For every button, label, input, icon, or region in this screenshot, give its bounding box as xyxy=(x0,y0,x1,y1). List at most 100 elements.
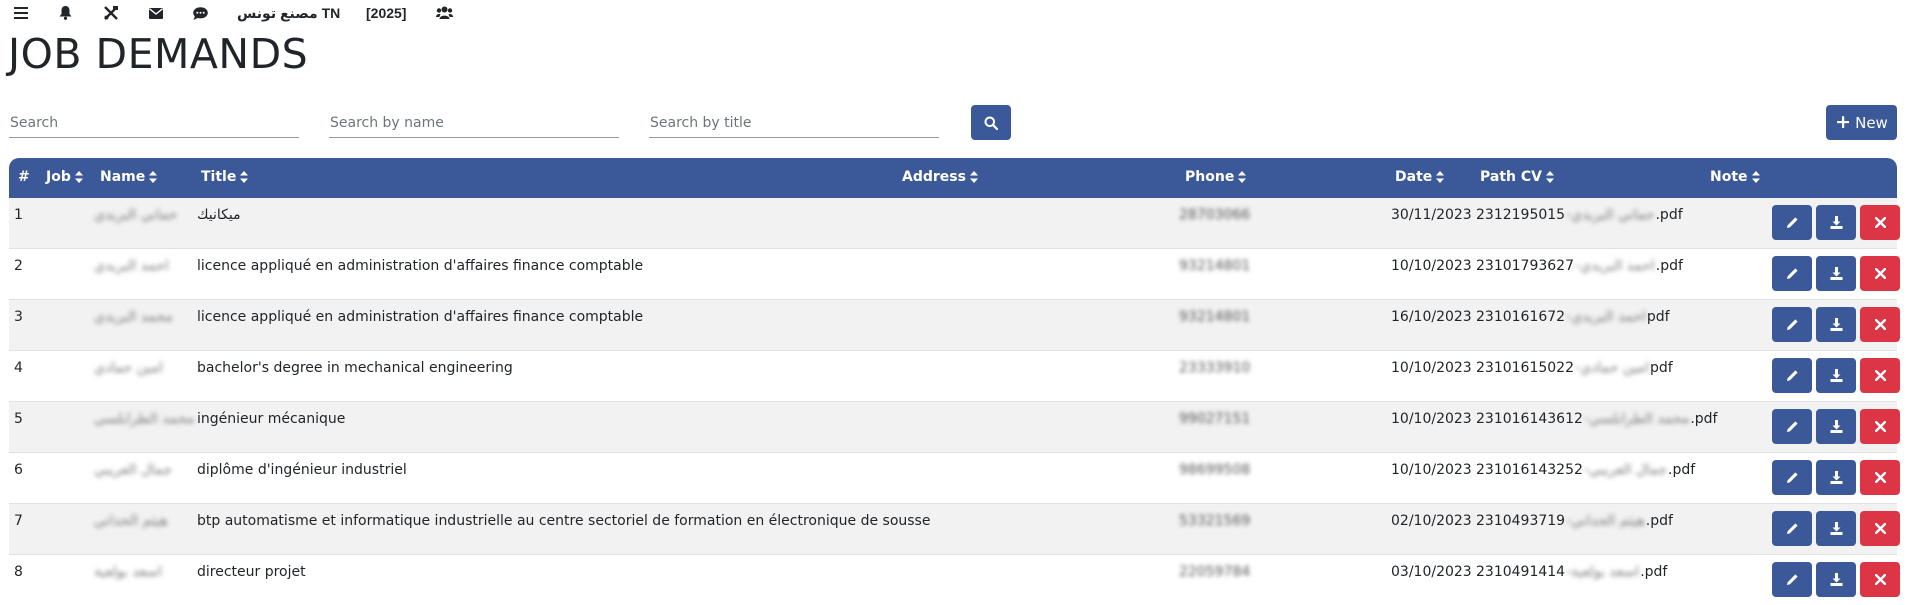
row-path-cv[interactable]: 2312195015 -حماني البريدي .pdf xyxy=(1476,207,1683,223)
download-icon xyxy=(1830,369,1842,382)
edit-button[interactable] xyxy=(1772,358,1812,393)
tools-icon[interactable] xyxy=(104,4,118,22)
download-button[interactable] xyxy=(1816,358,1856,393)
top-navbar: مصنع تونس TN [2025] xyxy=(0,0,1906,26)
row-name: امين حمادي xyxy=(94,360,163,376)
row-date: 02/10/2023 xyxy=(1391,513,1472,529)
row-title: btp automatisme et informatique industri… xyxy=(197,513,931,529)
table-row: 1 حماني البريدي ميكانيك 28703066 30/11/2… xyxy=(9,198,1900,249)
row-index: 4 xyxy=(14,360,23,376)
new-button[interactable]: + New xyxy=(1826,105,1897,140)
comment-icon[interactable] xyxy=(193,4,208,22)
header-path-cv[interactable]: Path CV xyxy=(1480,169,1554,185)
header-phone[interactable]: Phone xyxy=(1185,169,1247,185)
sort-icon xyxy=(1238,171,1247,183)
edit-button[interactable] xyxy=(1772,460,1812,495)
row-index: 2 xyxy=(14,258,23,274)
row-date: 10/10/2023 xyxy=(1391,360,1472,376)
row-date: 03/10/2023 xyxy=(1391,564,1472,580)
header-date[interactable]: Date xyxy=(1395,169,1445,185)
edit-button[interactable] xyxy=(1772,562,1812,597)
table-row: 3 محمد البريدي licence appliqué en admin… xyxy=(9,300,1900,351)
row-date: 30/11/2023 xyxy=(1391,207,1472,223)
download-icon xyxy=(1830,318,1842,331)
row-path-cv[interactable]: 231016143612 -محمد الطرابلسي .pdf xyxy=(1476,411,1717,427)
delete-button[interactable] xyxy=(1860,358,1900,393)
download-button[interactable] xyxy=(1816,562,1856,597)
download-icon xyxy=(1830,471,1842,484)
row-name: اسعد بولعية xyxy=(94,564,163,580)
search-input[interactable] xyxy=(9,108,299,138)
delete-button[interactable] xyxy=(1860,460,1900,495)
search-by-title-input[interactable] xyxy=(649,108,939,138)
row-date: 10/10/2023 xyxy=(1391,462,1472,478)
row-name: جمال العريبي xyxy=(94,462,173,478)
delete-button[interactable] xyxy=(1860,562,1900,597)
row-date: 10/10/2023 xyxy=(1391,258,1472,274)
sort-icon xyxy=(1436,171,1445,183)
edit-button[interactable] xyxy=(1772,307,1812,342)
delete-button[interactable] xyxy=(1860,205,1900,240)
row-path-cv[interactable]: 2310493719 -هيثم الحداني .pdf xyxy=(1476,513,1673,529)
header-note[interactable]: Note xyxy=(1710,169,1760,185)
row-path-cv[interactable]: 23101793627 -احمد البريدي .pdf xyxy=(1476,258,1683,274)
row-path-cv[interactable]: 2310491414 -اسعد بولعية .pdf xyxy=(1476,564,1667,580)
row-title: licence appliqué en administration d'aff… xyxy=(197,309,644,325)
search-button[interactable] xyxy=(971,105,1011,140)
header-name[interactable]: Name xyxy=(100,169,158,185)
menu-icon[interactable] xyxy=(14,4,28,22)
page-title: JOB DEMANDS xyxy=(8,30,309,78)
row-name: هيثم الحداني xyxy=(94,513,168,529)
edit-button[interactable] xyxy=(1772,409,1812,444)
edit-button[interactable] xyxy=(1772,511,1812,546)
row-path-cv[interactable]: 2310161672 -احمد البريدي pdf xyxy=(1476,309,1670,325)
users-icon[interactable] xyxy=(436,4,453,22)
pencil-icon xyxy=(1786,370,1798,381)
table-row: 5 محمد الطرابلسي ingénieur mécanique 990… xyxy=(9,402,1900,453)
header-job[interactable]: Job xyxy=(46,169,83,185)
header-address[interactable]: Address xyxy=(902,169,978,185)
row-title: ingénieur mécanique xyxy=(197,411,346,427)
company-name[interactable]: مصنع تونس TN xyxy=(237,4,340,22)
edit-button[interactable] xyxy=(1772,256,1812,291)
edit-button[interactable] xyxy=(1772,205,1812,240)
close-icon xyxy=(1874,217,1886,228)
table-row: 6 جمال العريبي diplôme d'ingénieur indus… xyxy=(9,453,1900,504)
pencil-icon xyxy=(1786,523,1798,534)
download-button[interactable] xyxy=(1816,409,1856,444)
row-phone: 28703066 xyxy=(1179,207,1251,223)
row-index: 3 xyxy=(14,309,23,325)
delete-button[interactable] xyxy=(1860,511,1900,546)
search-by-name-input[interactable] xyxy=(329,108,619,138)
download-button[interactable] xyxy=(1816,307,1856,342)
row-path-cv[interactable]: 23101615022 -امين حمادي pdf xyxy=(1476,360,1673,376)
row-phone: 23333910 xyxy=(1179,360,1251,376)
table-body: 1 حماني البريدي ميكانيك 28703066 30/11/2… xyxy=(9,198,1900,605)
sort-icon xyxy=(149,171,158,183)
table-header: # Job Name Title Address Phone Date Path… xyxy=(9,158,1897,198)
download-icon xyxy=(1830,522,1842,535)
bell-icon[interactable] xyxy=(59,4,72,22)
download-icon xyxy=(1830,420,1842,433)
download-icon xyxy=(1830,573,1842,586)
row-index: 1 xyxy=(14,207,23,223)
download-button[interactable] xyxy=(1816,460,1856,495)
download-button[interactable] xyxy=(1816,511,1856,546)
row-name: احمد البريدي xyxy=(94,258,169,274)
row-path-cv[interactable]: 231016143252 -جمال العريبي .pdf xyxy=(1476,462,1695,478)
delete-button[interactable] xyxy=(1860,256,1900,291)
row-title: ميكانيك xyxy=(197,207,241,223)
table-row: 4 امين حمادي bachelor's degree in mechan… xyxy=(9,351,1900,402)
year-selector[interactable]: [2025] xyxy=(366,4,406,22)
close-icon xyxy=(1874,472,1886,483)
delete-button[interactable] xyxy=(1860,307,1900,342)
download-button[interactable] xyxy=(1816,256,1856,291)
header-title[interactable]: Title xyxy=(201,169,249,185)
row-name: محمد البريدي xyxy=(94,309,173,325)
row-title: directeur projet xyxy=(197,564,306,580)
row-name: حماني البريدي xyxy=(94,207,178,223)
sort-icon xyxy=(240,171,249,183)
envelope-icon[interactable] xyxy=(149,4,163,22)
delete-button[interactable] xyxy=(1860,409,1900,444)
download-button[interactable] xyxy=(1816,205,1856,240)
